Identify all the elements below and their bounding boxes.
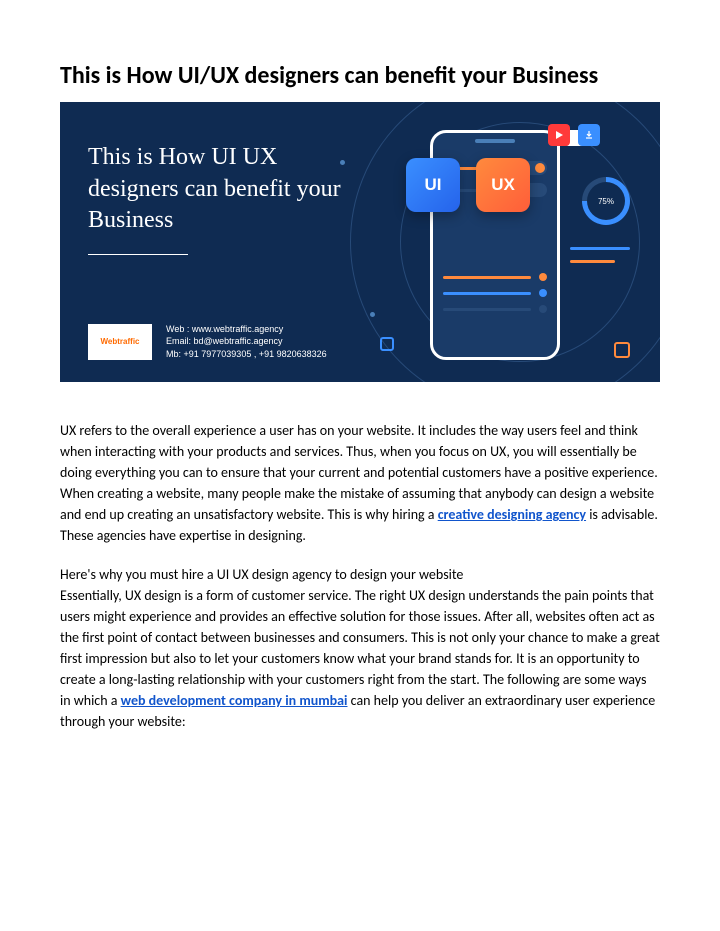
deco-square [614, 342, 630, 358]
ui-card: UI [406, 158, 460, 212]
hero-divider [88, 254, 188, 255]
hero-banner: This is How UI UX designers can benefit … [60, 102, 660, 382]
progress-value: 75% [587, 182, 625, 220]
webtraffic-logo: Webtraffic [88, 324, 152, 360]
side-line [570, 260, 615, 263]
toggle-line [443, 292, 531, 295]
row-dot [539, 273, 547, 281]
p2-part-a: Here's why you must hire a UI UX design … [60, 566, 463, 583]
creative-designing-agency-link[interactable]: creative designing agency [438, 506, 586, 523]
toggle-line [443, 308, 531, 311]
web-development-company-link[interactable]: web development company in mumbai [121, 692, 348, 709]
row-dot [539, 305, 547, 313]
hero-footer: Webtraffic Web : www.webtraffic.agency E… [88, 323, 327, 361]
phone-notch [475, 139, 515, 143]
phone-row [443, 273, 547, 281]
toggle-knob [535, 163, 545, 173]
contact-web: Web : www.webtraffic.agency [166, 323, 327, 336]
toggle-line [443, 276, 531, 279]
page-title: This is How UI/UX designers can benefit … [60, 60, 660, 92]
phone-row [443, 289, 547, 297]
play-icon [548, 124, 570, 146]
row-dot [539, 289, 547, 297]
contact-email: Email: bd@webtraffic.agency [166, 335, 327, 348]
hero-title: This is How UI UX designers can benefit … [88, 142, 348, 236]
download-icon [578, 124, 600, 146]
contact-mobile: Mb: +91 7977039305 , +91 9820638326 [166, 348, 327, 361]
side-line [570, 247, 630, 250]
contact-info: Web : www.webtraffic.agency Email: bd@we… [166, 323, 327, 361]
paragraph-1: UX refers to the overall experience a us… [60, 420, 660, 546]
phone-row [443, 305, 547, 313]
hero-text-block: This is How UI UX designers can benefit … [88, 142, 348, 269]
ux-card: UX [476, 158, 530, 212]
paragraph-2: Here's why you must hire a UI UX design … [60, 564, 660, 732]
deco-square [380, 337, 394, 351]
